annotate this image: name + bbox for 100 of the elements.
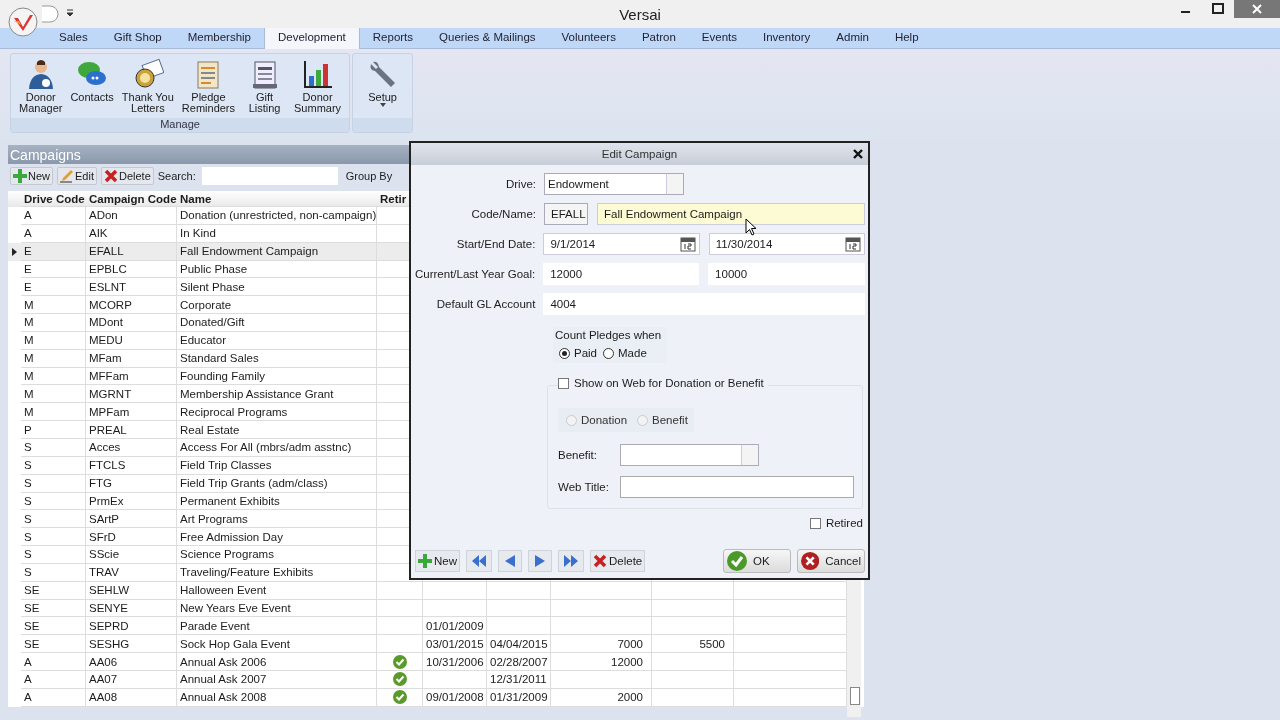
table-cell: Real Estate (177, 421, 377, 439)
table-cell: MDont (86, 314, 177, 332)
end-date-field[interactable]: 11/30/2014 (708, 233, 865, 255)
search-field[interactable] (201, 167, 338, 185)
table-row[interactable]: A AA08 Annual Ask 2008 09/01/2008 01/31/2009 2000 (8, 688, 864, 707)
next-icon (533, 554, 547, 568)
show-on-web-checkbox[interactable]: Show on Web for Donation or Benefit (558, 377, 768, 389)
table-cell: E (21, 260, 86, 279)
ribbon-tab[interactable]: Reports (359, 28, 427, 48)
table-cell: SScie (86, 546, 177, 564)
table-cell: Annual Ask 2006 (177, 653, 377, 671)
calendar-icon[interactable] (679, 236, 696, 252)
table-row[interactable]: SE SENYE New Years Eve Event (8, 599, 864, 618)
plus-icon (418, 554, 432, 568)
toolbar-button[interactable]: New (10, 167, 53, 185)
table-cell: M (21, 367, 86, 386)
table-cell: MCORP (86, 296, 177, 315)
table-row[interactable]: SE SESHG Sock Hop Gala Event 03/01/2015 04/04/2015 7000 5500 (8, 635, 864, 654)
column-header[interactable]: Campaign Code (86, 191, 177, 207)
dialog-title: Edit Campaign (601, 148, 678, 160)
maximize-icon[interactable] (1212, 3, 1224, 15)
radio-button[interactable]: Benefit (637, 414, 688, 426)
ribbon-tab[interactable]: Queries & Mailings (426, 28, 549, 48)
radio-button[interactable]: Made (603, 347, 647, 359)
table-cell: P (21, 421, 86, 439)
ribbon-tab[interactable]: Sales (46, 28, 101, 48)
table-cell: Donation (unrestricted, non-campaign) (177, 207, 377, 225)
retired-checkbox[interactable]: Retired (809, 517, 863, 529)
ok-button[interactable]: OK (723, 549, 791, 573)
last-goal-field[interactable]: 10000 (708, 263, 865, 285)
table-cell: M (21, 385, 86, 404)
navigation-button[interactable] (466, 550, 492, 572)
cancel-icon (801, 551, 820, 571)
code-field[interactable]: EFALL (544, 203, 588, 225)
navigation-button[interactable] (528, 550, 552, 572)
ribbon-tab[interactable]: Help (881, 28, 932, 48)
toolbar-button[interactable]: Delete (101, 167, 154, 185)
ribbon-button[interactable]: Donor Manager (15, 54, 67, 118)
ribbon-tab[interactable]: Development (264, 27, 360, 49)
name-field[interactable]: Fall Endowment Campaign (597, 203, 865, 225)
table-cell: 01/31/2009 (490, 691, 548, 704)
table-cell: SE (21, 599, 86, 618)
calendar-icon[interactable] (845, 236, 861, 252)
table-cell: A (21, 688, 86, 707)
table-cell: AA08 (86, 688, 177, 707)
ribbon-tab[interactable]: Volunteers (548, 28, 629, 48)
ribbon-tab[interactable]: Gift Shop (100, 28, 175, 48)
table-cell: EPBLC (86, 260, 177, 279)
table-cell: MEDU (86, 331, 177, 350)
table-row[interactable]: SE SEHLW Halloween Event (8, 581, 864, 600)
plus-icon (13, 169, 27, 183)
table-cell: MFam (86, 349, 177, 368)
close-button[interactable] (1234, 0, 1280, 18)
gl-account-field[interactable]: 4004 (543, 293, 865, 315)
table-cell: M (21, 349, 86, 368)
check-icon (392, 672, 407, 687)
start-date-field[interactable]: 9/1/2014 (543, 233, 700, 255)
close-icon[interactable] (853, 149, 863, 159)
navigation-button[interactable] (558, 550, 584, 572)
field-label: Drive: (504, 178, 536, 190)
radio-button[interactable]: Donation (566, 414, 628, 426)
app-logo-icon[interactable] (8, 7, 38, 37)
drive-dropdown[interactable]: Endowment (544, 173, 684, 195)
web-title-field[interactable] (620, 476, 854, 498)
table-cell: S (21, 546, 86, 564)
table-cell: MPFam (86, 403, 177, 422)
ribbon-tab[interactable]: Admin (823, 28, 882, 48)
ribbon-button[interactable]: Setup (357, 54, 409, 118)
ribbon-tab[interactable]: Inventory (750, 28, 824, 48)
toolbar-button[interactable]: New (415, 550, 460, 572)
table-cell: Reciprocal Programs (177, 403, 377, 422)
table-cell: Science Programs (177, 546, 377, 564)
table-cell: Founding Family (177, 367, 377, 386)
radio-button[interactable]: Paid (559, 347, 598, 359)
dropdown-icon[interactable] (66, 9, 74, 17)
table-row[interactable]: A AA07 Annual Ask 2007 12/31/2011 (8, 670, 864, 689)
toolbar-button[interactable]: Delete (590, 550, 646, 572)
cancel-button[interactable]: Cancel (797, 549, 865, 573)
navigation-button[interactable] (498, 550, 522, 572)
table-cell: Halloween Event (177, 581, 377, 600)
table-cell: 7000 (617, 637, 643, 650)
ribbon-tab[interactable]: Events (688, 28, 750, 48)
table-row[interactable]: SE SEPRD Parade Event 01/01/2009 (8, 617, 864, 636)
last-record-icon (563, 554, 579, 568)
column-header[interactable]: Drive Code (21, 191, 86, 207)
current-goal-field[interactable]: 12000 (543, 263, 700, 285)
ribbon-button[interactable]: Contacts (66, 54, 118, 118)
ribbon-tab[interactable]: Patron (628, 28, 689, 48)
ribbon-button[interactable]: Pledge Reminders (177, 54, 240, 118)
toolbar-button[interactable]: Edit (57, 167, 97, 185)
table-row[interactable]: A AA06 Annual Ask 2006 10/31/2006 02/28/2007 12000 (8, 653, 864, 671)
column-header[interactable]: Name (177, 191, 377, 207)
ribbon-button[interactable]: Donor Summary (290, 54, 346, 118)
ribbon-tab[interactable]: Membership (174, 28, 264, 48)
search-label: Search: (157, 170, 196, 182)
ribbon-button[interactable]: Gift Listing (239, 54, 291, 118)
table-cell: E (21, 278, 86, 297)
ribbon-button[interactable]: Thank You Letters (117, 54, 178, 118)
benefit-dropdown[interactable] (620, 444, 759, 466)
table-cell: 02/28/2007 (490, 655, 548, 668)
